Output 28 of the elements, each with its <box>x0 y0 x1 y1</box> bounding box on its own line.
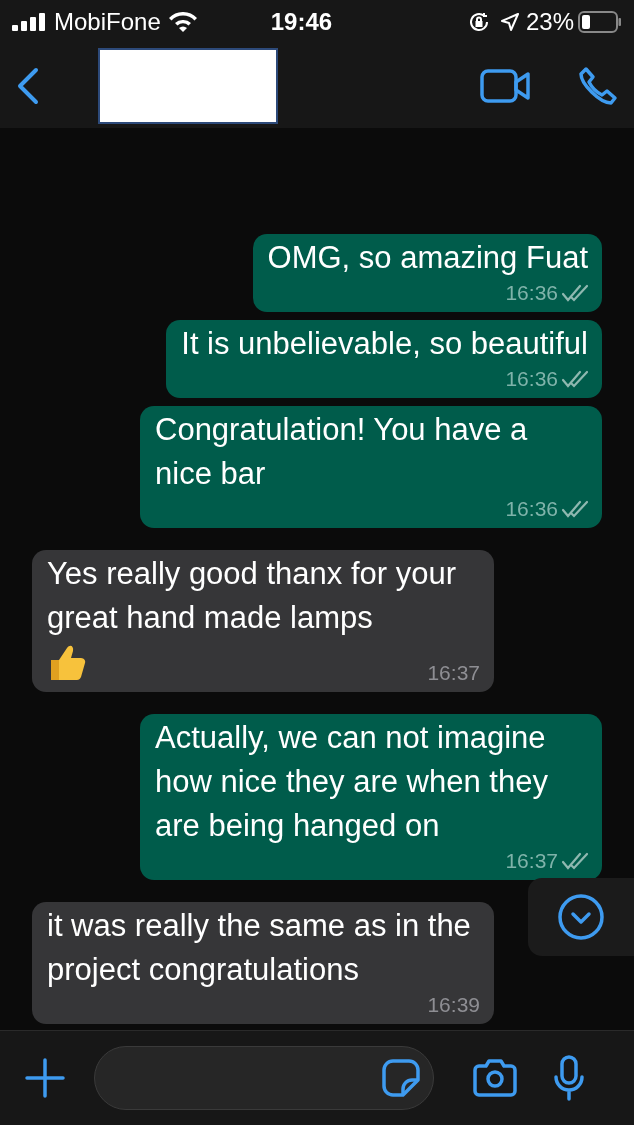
sticker-icon[interactable] <box>381 1058 421 1098</box>
message-text: it was really the same as in the project congratulations <box>47 908 471 987</box>
message-time: 16:37 <box>427 660 480 687</box>
orientation-lock-icon <box>467 11 490 33</box>
message-time: 16:36 <box>505 366 558 393</box>
message-text: Yes really good thanx for your great hand made lamps <box>47 556 456 635</box>
message-text: It is unbelievable, so beautiful <box>181 326 588 361</box>
message-time: 16:36 <box>505 496 558 523</box>
phone-call-icon[interactable] <box>578 66 618 106</box>
message-text: OMG, so amazing Fuat <box>267 240 588 275</box>
camera-icon[interactable] <box>472 1058 518 1098</box>
chevron-down-circle-icon <box>557 893 605 941</box>
message-text: Actually, we can not imagine how nice they are when they are being hanged on <box>155 720 548 843</box>
battery-percent: 23% <box>525 7 574 37</box>
message-text: Congratulation! You have a nice bar <box>155 412 528 491</box>
microphone-icon[interactable] <box>554 1055 584 1101</box>
attach-plus-icon[interactable] <box>24 1057 66 1099</box>
carrier-name: MobiFone <box>54 7 161 37</box>
wifi-icon <box>168 12 197 32</box>
video-call-icon[interactable] <box>480 68 532 104</box>
status-time: 19:46 <box>270 7 333 37</box>
message-time: 16:37 <box>505 848 558 875</box>
message-time: 16:39 <box>427 992 480 1019</box>
scroll-down-button[interactable] <box>528 878 634 956</box>
location-arrow-icon <box>499 12 520 32</box>
signal-icon <box>12 13 48 31</box>
message-time: 16:36 <box>505 280 558 307</box>
battery-icon <box>578 11 622 33</box>
